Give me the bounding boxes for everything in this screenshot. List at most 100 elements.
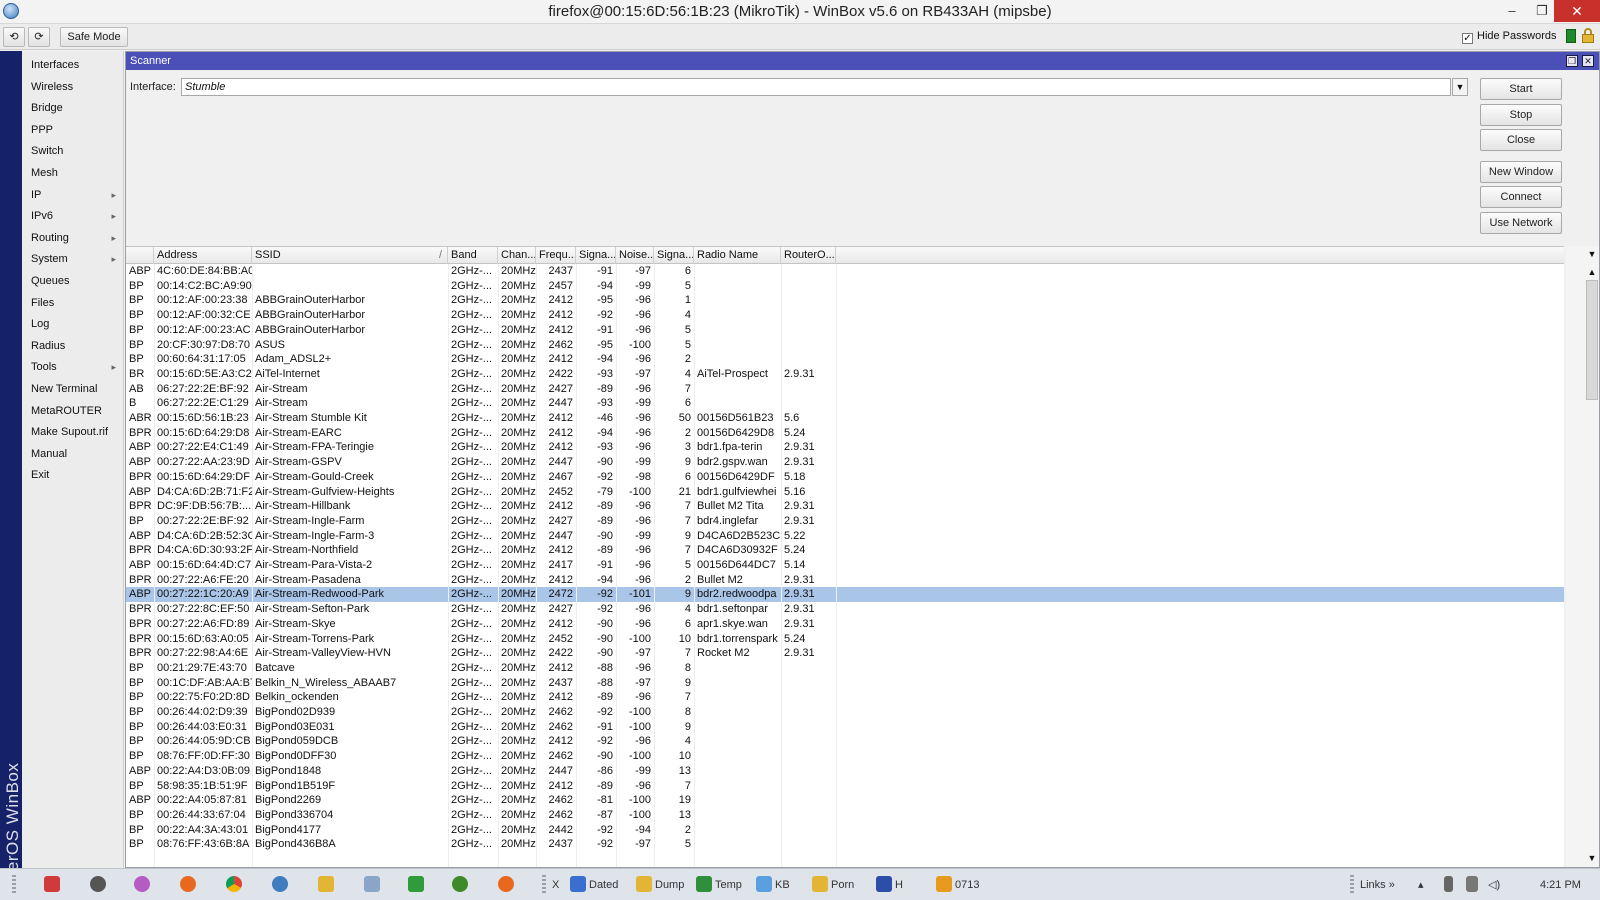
tray-volume-icon[interactable]: ◁) <box>1488 873 1500 897</box>
table-row[interactable]: BP 58:98:35:1B:51:9F BigPond1B519F 2GHz-...… <box>126 779 1564 794</box>
sidebar-item-files[interactable]: Files <box>22 292 124 314</box>
column-header-ssid[interactable]: SSID <box>252 247 448 264</box>
table-row[interactable]: BP 00:12:AF:00:23:AC ABBGrainOuterHarbor 2G… <box>126 323 1564 338</box>
table-row[interactable]: BPR 00:15:6D:64:29:D8 Air-Stream-EARC 2GHz-… <box>126 426 1564 441</box>
interface-dropdown-icon[interactable]: ▼ <box>1452 78 1468 96</box>
links-chevron-icon[interactable]: » <box>1389 879 1395 891</box>
stop-button[interactable]: Stop <box>1480 104 1562 126</box>
firefox-icon[interactable] <box>180 873 199 897</box>
sidebar-item-wireless[interactable]: Wireless <box>22 76 124 98</box>
sidebar-item-exit[interactable]: Exit <box>22 464 124 486</box>
taskbar-star-0713[interactable]: 0713 <box>936 873 979 897</box>
table-row[interactable]: BP 00:27:22:2E:BF:92 Air-Stream-Ingle-Farm… <box>126 514 1564 529</box>
sidebar-item-manual[interactable]: Manual <box>22 443 124 465</box>
table-row[interactable]: BP 00:14:C2:BC:A9:90 2GHz-... 20MHz 2457 -94 -… <box>126 279 1564 294</box>
table-row[interactable]: BP 00:26:44:33:67:04 BigPond336704 2GHz-...… <box>126 808 1564 823</box>
table-row[interactable]: B 06:27:22:2E:C1:29 Air-Stream 2GHz-... 20MH… <box>126 396 1564 411</box>
sidebar-item-queues[interactable]: Queues <box>22 270 124 292</box>
table-row[interactable]: BP 08:76:FF:43:6B:8A BigPond436B8A 2GHz-...… <box>126 837 1564 852</box>
column-header-signa[interactable]: Signa... <box>576 247 616 264</box>
app-globe-icon[interactable] <box>452 873 471 897</box>
taskbar-h-folder[interactable]: H <box>876 873 903 897</box>
interface-select[interactable]: Stumble <box>181 78 1451 96</box>
column-header-noise[interactable]: Noise... <box>616 247 654 264</box>
app-v-icon[interactable] <box>44 873 63 897</box>
table-row[interactable]: ABP D4:CA:6D:2B:52:3C Air-Stream-Ingle-Far… <box>126 529 1564 544</box>
taskbar-porn-folder[interactable]: Porn <box>812 873 854 897</box>
vertical-scrollbar[interactable]: ▼ ▲ ▼ <box>1566 246 1599 867</box>
table-row[interactable]: BP 00:22:A4:3A:43:01 BigPond4177 2GHz-... 20… <box>126 823 1564 838</box>
tray-up-arrow-icon[interactable]: ▴ <box>1418 873 1424 897</box>
column-header-address[interactable]: Address <box>154 247 252 264</box>
scanner-restore-button[interactable]: ❐ <box>1566 55 1578 67</box>
minimize-button[interactable]: – <box>1496 0 1528 22</box>
links-toolbar[interactable]: Links » <box>1360 873 1395 897</box>
explorer-icon[interactable] <box>318 873 337 897</box>
taskbar-x-label[interactable]: X <box>552 873 559 897</box>
table-row[interactable]: BPR D4:CA:6D:30:93:2F Air-Stream-Northfiel… <box>126 543 1564 558</box>
column-header-signa[interactable]: Signa... <box>654 247 694 264</box>
table-row[interactable]: ABP D4:CA:6D:2B:71:F2 Air-Stream-Gulfview-… <box>126 485 1564 500</box>
start-button[interactable]: Start <box>1480 78 1562 100</box>
table-row[interactable]: ABP 00:15:6D:64:4D:C7 Air-Stream-Para-Vist… <box>126 558 1564 573</box>
table-row[interactable]: ABP 00:27:22:1C:20:A9 Air-Stream-Redwood-P… <box>126 587 1564 603</box>
sidebar-item-switch[interactable]: Switch <box>22 140 124 162</box>
table-row[interactable]: BP 20:CF:30:97:D8:70 ASUS 2GHz-... 20MHz 2462… <box>126 338 1564 353</box>
connect-button[interactable]: Connect <box>1480 186 1562 208</box>
sidebar-item-system[interactable]: System ▸ <box>22 248 124 270</box>
sidebar-item-radius[interactable]: Radius <box>22 335 124 357</box>
taskbar-dated-folder[interactable]: Dated <box>570 873 618 897</box>
sidebar-item-tools[interactable]: Tools ▸ <box>22 356 124 378</box>
tray-network-icon[interactable] <box>1466 873 1481 897</box>
table-row[interactable]: BP 00:26:44:03:E0:31 BigPond03E031 2GHz-...… <box>126 720 1564 735</box>
column-menu-icon[interactable]: ▼ <box>1586 248 1598 260</box>
table-row[interactable]: BP 00:26:44:02:D9:39 BigPond02D939 2GHz-...… <box>126 705 1564 720</box>
close-window-button[interactable]: ✕ <box>1554 0 1600 22</box>
sidebar-item-ppp[interactable]: PPP <box>22 119 124 141</box>
chrome-icon[interactable] <box>226 873 245 897</box>
sidebar-item-ipv6[interactable]: IPv6 ▸ <box>22 205 124 227</box>
sidebar-item-bridge[interactable]: Bridge <box>22 97 124 119</box>
table-row[interactable]: BP 08:76:FF:0D:FF:30 BigPond0DFF30 2GHz-...… <box>126 749 1564 764</box>
table-row[interactable]: BP 00:21:29:7E:43:70 Batcave 2GHz-... 20MHz 2… <box>126 661 1564 676</box>
table-row[interactable]: BPR 00:27:22:98:A4:6E Air-Stream-ValleyVie… <box>126 646 1564 661</box>
taskbar-kb-folder[interactable]: KB <box>756 873 790 897</box>
use-network-button[interactable]: Use Network <box>1480 212 1562 234</box>
scroll-thumb[interactable] <box>1586 280 1598 400</box>
column-header-chan[interactable]: Chan... <box>498 247 536 264</box>
table-row[interactable]: BPR 00:27:22:A6:FE:20 Air-Stream-Pasadena 2… <box>126 573 1564 588</box>
table-row[interactable]: BP 00:22:75:F0:2D:8D Belkin_ockenden 2GHz-.… <box>126 690 1564 705</box>
table-row[interactable]: ABP 00:22:A4:05:87:81 BigPond2269 2GHz-... 2… <box>126 793 1564 808</box>
safe-mode-button[interactable]: Safe Mode <box>60 27 128 47</box>
table-row[interactable]: BR 00:15:6D:5E:A3:C2 AiTel-Internet 2GHz-..… <box>126 367 1564 382</box>
sidebar-item-make-supout-rif[interactable]: Make Supout.rif <box>22 421 124 443</box>
undo-button[interactable]: ⟲ <box>3 27 25 47</box>
app-green-icon[interactable] <box>408 873 427 897</box>
table-row[interactable]: BP 00:12:AF:00:23:38 ABBGrainOuterHarbor 2G… <box>126 293 1564 308</box>
sidebar-item-ip[interactable]: IP ▸ <box>22 184 124 206</box>
close-button[interactable]: Close <box>1480 129 1562 151</box>
table-row[interactable]: BPR DC:9F:DB:56:7B:... Air-Stream-Hillbank… <box>126 499 1564 514</box>
table-row[interactable]: ABP 4C:60:DE:84:BB:A0 2GHz-... 20MHz 2437 -91… <box>126 264 1564 279</box>
scroll-down-icon[interactable]: ▼ <box>1586 852 1598 864</box>
column-header-frequ[interactable]: Frequ... <box>536 247 576 264</box>
sidebar-item-interfaces[interactable]: Interfaces <box>22 54 124 76</box>
table-row[interactable]: BP 00:26:44:05:9D:CB BigPond059DCB 2GHz-...… <box>126 734 1564 749</box>
table-row[interactable]: BPR 00:15:6D:63:A0:05 Air-Stream-Torrens-P… <box>126 632 1564 647</box>
firefox-second-icon[interactable] <box>498 873 517 897</box>
checkbox-checked-icon[interactable]: ✓ <box>1462 33 1473 44</box>
scroll-up-icon[interactable]: ▲ <box>1586 266 1598 278</box>
column-header-band[interactable]: Band <box>448 247 498 264</box>
sidebar-item-mesh[interactable]: Mesh <box>22 162 124 184</box>
table-row[interactable]: BP 00:12:AF:00:32:CE ABBGrainOuterHarbor 2G… <box>126 308 1564 323</box>
new-window-button[interactable]: New Window <box>1480 161 1562 183</box>
column-header-flags[interactable] <box>126 247 154 264</box>
taskbar-dump-folder[interactable]: Dump <box>636 873 684 897</box>
table-row[interactable]: BP 00:60:64:31:17:05 Adam_ADSL2+ 2GHz-... 20… <box>126 352 1564 367</box>
table-row[interactable]: BP 00:1C:DF:AB:AA:B7 Belkin_N_Wireless_ABA… <box>126 676 1564 691</box>
column-header-radio-name[interactable]: Radio Name <box>694 247 781 264</box>
column-header-routero[interactable]: RouterO... <box>781 247 836 264</box>
table-row[interactable]: BPR 00:27:22:A6:FD:89 Air-Stream-Skye 2GHz-… <box>126 617 1564 632</box>
scanner-close-icon[interactable]: ✕ <box>1582 55 1594 67</box>
sidebar-item-routing[interactable]: Routing ▸ <box>22 227 124 249</box>
